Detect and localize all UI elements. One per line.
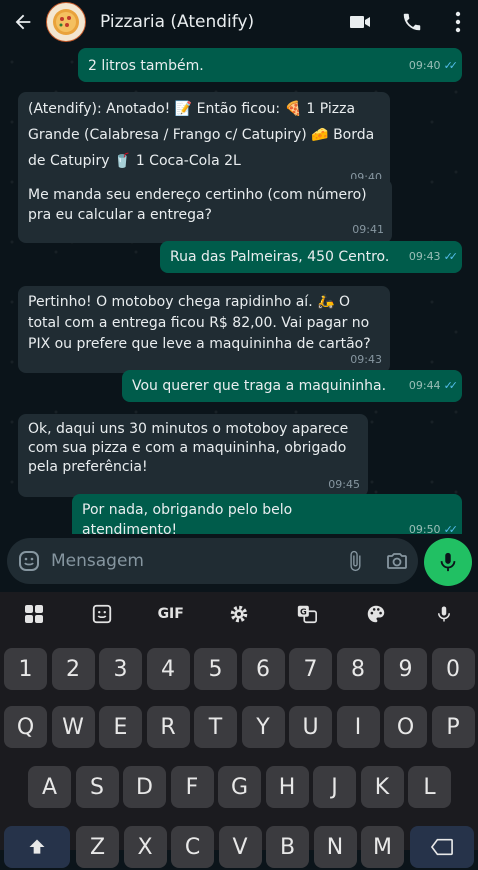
shift-icon — [29, 839, 45, 854]
message-time: 09:43 — [408, 250, 441, 263]
key-s[interactable]: S — [75, 766, 119, 808]
attach-icon[interactable] — [334, 550, 376, 572]
key-o[interactable]: O — [384, 706, 427, 748]
key-q[interactable]: Q — [4, 706, 47, 748]
key-6[interactable]: 6 — [241, 648, 285, 690]
message-text: Me manda seu endereço certinho (com núme… — [28, 187, 367, 223]
voice-call-icon[interactable] — [386, 11, 438, 33]
key-1[interactable]: 1 — [4, 648, 47, 690]
key-j[interactable]: J — [313, 766, 356, 808]
key-7[interactable]: 7 — [289, 648, 332, 690]
back-arrow-icon[interactable] — [0, 11, 46, 33]
key-c[interactable]: C — [171, 826, 214, 868]
key-e[interactable]: E — [99, 706, 142, 748]
settings-icon[interactable] — [205, 603, 273, 625]
key-r[interactable]: R — [146, 706, 190, 748]
key-u[interactable]: U — [289, 706, 332, 748]
message-bubble-incoming[interactable]: Ok, daqui uns 30 minutos o motoboy apare… — [18, 414, 368, 497]
key-t[interactable]: T — [194, 706, 237, 748]
message-text: Ok, daqui uns 30 minutos o motoboy apare… — [28, 421, 349, 475]
key-0[interactable]: 0 — [431, 648, 475, 690]
more-options-icon[interactable] — [438, 11, 478, 33]
key-k[interactable]: K — [360, 766, 404, 808]
avatar[interactable] — [46, 2, 86, 42]
keyboard-mic-icon[interactable] — [410, 603, 478, 625]
message-bubble-incoming[interactable]: Me manda seu endereço certinho (com núme… — [18, 179, 392, 243]
key-v[interactable]: V — [218, 826, 262, 868]
message-text: Por nada, obrigando pelo belo atendiment… — [82, 502, 293, 534]
message-text: Rua das Palmeiras, 450 Centro. — [170, 249, 390, 265]
backspace-icon — [431, 838, 453, 856]
keyboard-row-numbers: 1234567890 — [0, 648, 478, 692]
chat-title[interactable]: Pizzaria (Atendify) — [100, 12, 334, 32]
key-2[interactable]: 2 — [51, 648, 95, 690]
read-ticks-icon: ✓✓ — [443, 523, 459, 534]
pizza-logo-icon — [53, 9, 79, 35]
key-4[interactable]: 4 — [146, 648, 190, 690]
gif-button[interactable]: GIF — [137, 606, 205, 622]
message-time: 09:43 — [350, 353, 382, 366]
keyboard-row-zxcv: ZXCVBNM — [0, 826, 478, 870]
key-5[interactable]: 5 — [194, 648, 237, 690]
read-ticks-icon: ✓✓ — [443, 379, 459, 392]
message-time: 09:44 — [408, 379, 441, 392]
read-ticks-icon: ✓✓ — [443, 59, 459, 72]
message-time: 09:50 — [408, 523, 441, 534]
message-bubble-incoming[interactable]: Pertinho! O motoboy chega rapidinho aí. … — [18, 286, 390, 373]
key-b[interactable]: B — [266, 826, 309, 868]
key-a[interactable]: A — [28, 766, 71, 808]
key-z[interactable]: Z — [76, 826, 119, 868]
svg-text:G: G — [300, 606, 307, 616]
message-text: Pertinho! O motoboy chega rapidinho aí. … — [28, 294, 371, 352]
key-w[interactable]: W — [51, 706, 95, 748]
key-p[interactable]: P — [431, 706, 475, 748]
message-input-bar: Mensagem — [7, 538, 418, 584]
backspace-key[interactable] — [410, 826, 474, 868]
chat-header: Pizzaria (Atendify) — [0, 0, 478, 44]
key-x[interactable]: X — [123, 826, 167, 868]
key-g[interactable]: G — [218, 766, 261, 808]
key-l[interactable]: L — [408, 766, 451, 808]
translate-icon[interactable]: G — [273, 603, 341, 625]
voice-message-button[interactable] — [424, 538, 472, 586]
key-m[interactable]: M — [361, 826, 404, 868]
read-ticks-icon: ✓✓ — [443, 250, 459, 263]
mic-icon — [440, 552, 456, 572]
message-input[interactable]: Mensagem — [51, 551, 334, 571]
keyboard-toolbar: GIF G — [0, 592, 478, 636]
message-bubble-outgoing[interactable]: Rua das Palmeiras, 450 Centro. 09:43 ✓✓ — [160, 241, 462, 273]
key-8[interactable]: 8 — [336, 648, 380, 690]
message-bubble-outgoing[interactable]: 2 litros também. 09:40 ✓✓ — [78, 48, 462, 82]
key-y[interactable]: Y — [241, 706, 285, 748]
message-bubble-outgoing[interactable]: Por nada, obrigando pelo belo atendiment… — [72, 494, 462, 534]
key-h[interactable]: H — [265, 766, 309, 808]
message-time: 09:45 — [328, 478, 360, 491]
apps-icon[interactable] — [0, 604, 68, 624]
key-3[interactable]: 3 — [99, 648, 142, 690]
sticker-icon[interactable] — [68, 603, 136, 625]
palette-icon[interactable] — [341, 603, 409, 625]
key-i[interactable]: I — [336, 706, 380, 748]
shift-key[interactable] — [4, 826, 70, 868]
message-time: 09:41 — [352, 223, 384, 236]
keyboard-row-asdf: ASDFGHJKL — [0, 766, 478, 810]
key-n[interactable]: N — [313, 826, 357, 868]
key-f[interactable]: F — [170, 766, 214, 808]
keyboard-row-qwerty: QWERTYUIOP — [0, 706, 478, 750]
soft-keyboard: GIF G 1234567890 QWERTYUIOP ASDFGHJKL ZX… — [0, 592, 478, 868]
key-9[interactable]: 9 — [384, 648, 427, 690]
sticker-emoji-icon[interactable] — [7, 549, 51, 573]
message-text: Vou querer que traga a maquininha. — [132, 378, 387, 394]
message-text: (Atendify): Anotado! 📝 Então ficou: 🍕 1 … — [28, 101, 375, 169]
message-time: 09:40 — [408, 59, 441, 72]
camera-icon[interactable] — [376, 549, 418, 573]
chat-area[interactable]: 2 litros também. 09:40 ✓✓ (Atendify): Ano… — [0, 44, 478, 534]
message-bubble-outgoing[interactable]: Vou querer que traga a maquininha. 09:44… — [122, 370, 462, 402]
video-call-icon[interactable] — [334, 10, 386, 34]
key-d[interactable]: D — [123, 766, 166, 808]
message-text: 2 litros também. — [88, 58, 204, 74]
